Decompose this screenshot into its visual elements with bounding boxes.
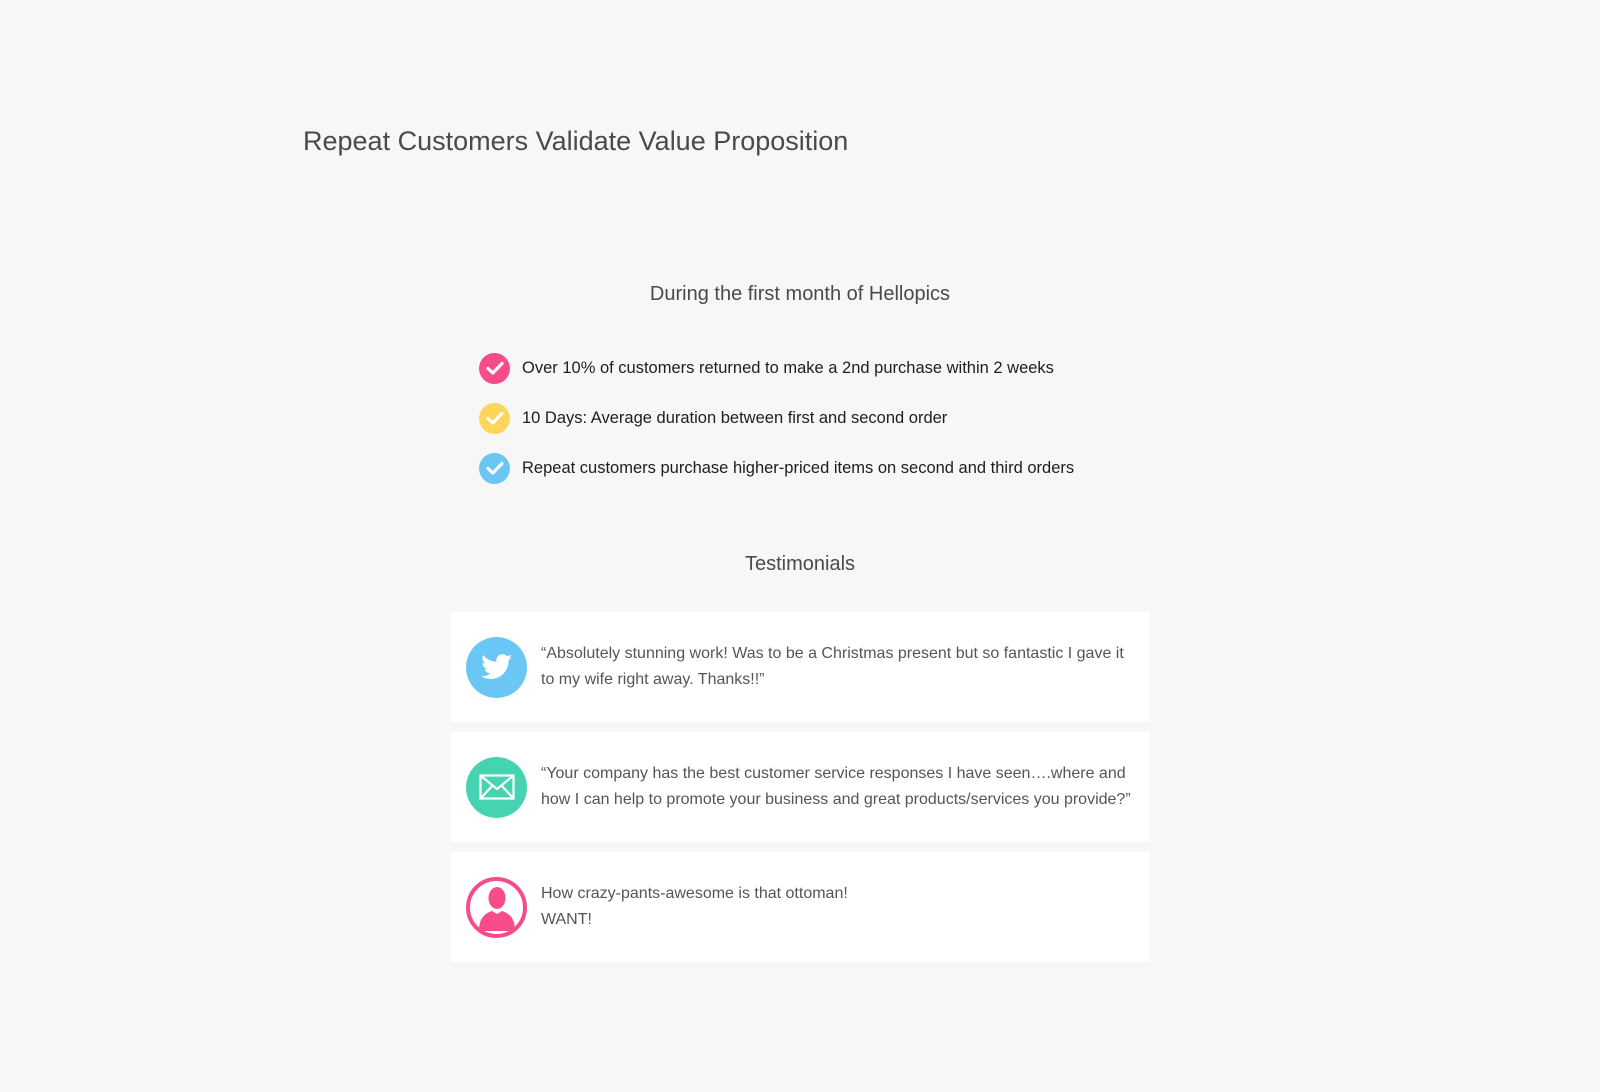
quote-line: to my wife right away. Thanks!!” (541, 671, 765, 688)
check-icon (479, 452, 510, 484)
check-icon (479, 402, 510, 434)
testimonial-quote: “Absolutely stunning work! Was to be a C… (541, 641, 1124, 693)
quote-line: WANT! (541, 911, 592, 928)
testimonials-heading: Testimonials (744, 553, 856, 575)
page-title: Repeat Customers Validate Value Proposit… (303, 126, 849, 156)
stat-text: 10 Days: Average duration between first … (522, 408, 948, 427)
testimonial-card: “Your company has the best customer serv… (451, 732, 1150, 842)
stat-item: Repeat customers purchase higher-priced … (479, 443, 1074, 493)
testimonial-card: “Absolutely stunning work! Was to be a C… (451, 612, 1150, 722)
quote-line: How crazy-pants-awesome is that ottoman! (541, 885, 848, 902)
stat-text: Over 10% of customers returned to make a… (522, 358, 1054, 377)
stat-text: Repeat customers purchase higher-priced … (522, 458, 1075, 477)
stats-heading: During the first month of Hellopics (649, 283, 951, 305)
stat-item: Over 10% of customers returned to make a… (479, 343, 1074, 393)
twitter-icon (466, 636, 527, 698)
quote-line: “Your company has the best customer serv… (541, 765, 1126, 782)
testimonial-card: How crazy-pants-awesome is that ottoman!… (451, 852, 1150, 962)
stat-item: 10 Days: Average duration between first … (479, 393, 1074, 443)
quote-line: “Absolutely stunning work! Was to be a C… (541, 645, 1124, 662)
envelope-icon (466, 756, 527, 818)
testimonial-list: “Absolutely stunning work! Was to be a C… (451, 612, 1150, 972)
quote-line: how I can help to promote your business … (541, 791, 1131, 808)
testimonial-quote: How crazy-pants-awesome is that ottoman!… (541, 881, 848, 933)
check-icon (479, 352, 510, 384)
stats-list: Over 10% of customers returned to make a… (479, 343, 1074, 493)
testimonial-quote: “Your company has the best customer serv… (541, 761, 1131, 813)
user-silhouette-icon (466, 876, 527, 938)
